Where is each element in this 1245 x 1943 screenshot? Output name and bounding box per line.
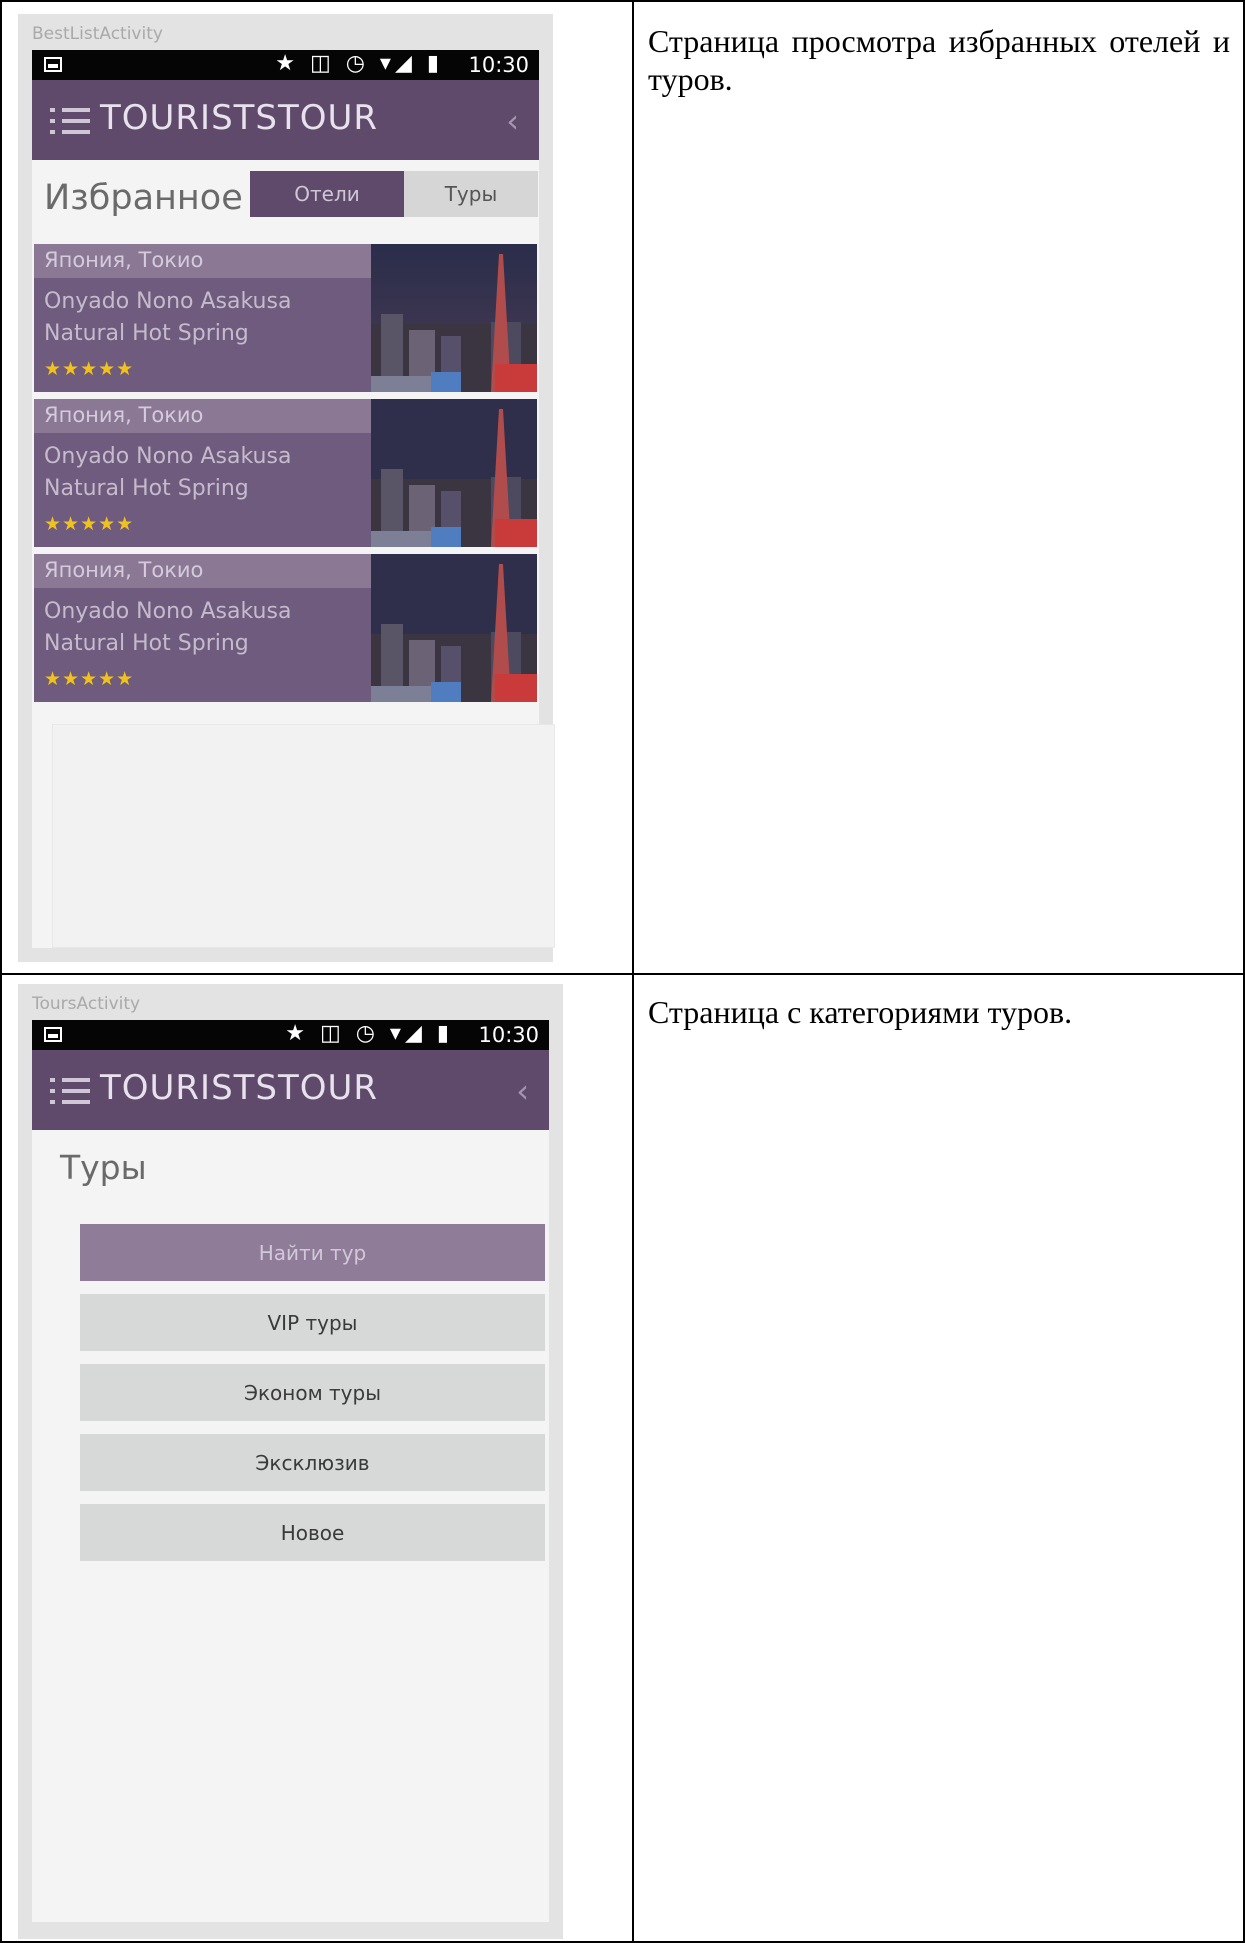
status-bar: ★ ◫ ◷ ▾◢ ▮ 10:30 <box>32 50 539 80</box>
hotel-card[interactable]: Япония, Токио Onyado Nono Asakusa Natura… <box>34 554 537 702</box>
screenshot-tours: ToursActivity ★ ◫ ◷ ▾◢ ▮ 10:30 TOURISTST… <box>18 984 563 1939</box>
hotel-photo <box>371 399 537 547</box>
tab-hotels[interactable]: Отели <box>250 171 404 217</box>
back-icon[interactable]: ‹ <box>516 1072 529 1110</box>
table-border-mid-v <box>632 0 634 1943</box>
rating-stars-icon: ★★★★★ <box>44 513 135 535</box>
table-border-top <box>0 0 1245 2</box>
rating-stars-icon: ★★★★★ <box>44 668 135 690</box>
page-title: Избранное <box>44 178 243 218</box>
app-title: TOURISTSTOUR <box>100 1068 379 1108</box>
hotel-location: Япония, Токио <box>34 244 371 278</box>
document-table: Страница просмотра избранных отелей и ту… <box>0 0 1245 1943</box>
gallery-notification-icon <box>44 1027 62 1042</box>
activity-label: ToursActivity <box>32 994 141 1014</box>
status-bar: ★ ◫ ◷ ▾◢ ▮ 10:30 <box>32 1020 549 1050</box>
status-time: 10:30 <box>478 1023 539 1047</box>
new-button[interactable]: Новое <box>80 1504 545 1561</box>
empty-panel <box>52 724 555 948</box>
app-bar: TOURISTSTOUR ‹ <box>32 1050 549 1130</box>
page-title: Туры <box>60 1148 147 1187</box>
status-time: 10:30 <box>468 53 529 77</box>
hotel-card[interactable]: Япония, Токио Onyado Nono Asakusa Natura… <box>34 244 537 392</box>
hotel-card[interactable]: Япония, Токио Onyado Nono Asakusa Natura… <box>34 399 537 547</box>
exclusive-button[interactable]: Эксклюзив <box>80 1434 545 1491</box>
caption-tours: Страница с категориями туров. <box>648 994 1073 1030</box>
back-icon[interactable]: ‹ <box>506 102 519 140</box>
rating-stars-icon: ★★★★★ <box>44 358 135 380</box>
hotel-name: Onyado Nono Asakusa Natural Hot Spring <box>44 599 292 656</box>
caption-favorites: Страница просмотра избранных отелей и ту… <box>648 23 1230 97</box>
hotel-name: Onyado Nono Asakusa Natural Hot Spring <box>44 444 292 501</box>
economy-tours-button[interactable]: Эконом туры <box>80 1364 545 1421</box>
screenshot-favorites: BestListActivity ★ ◫ ◷ ▾◢ ▮ 10:30 TOURIS… <box>18 14 555 962</box>
gallery-notification-icon <box>44 57 62 72</box>
table-border-left <box>0 0 2 1943</box>
hotel-name: Onyado Nono Asakusa Natural Hot Spring <box>44 289 292 346</box>
menu-icon[interactable] <box>50 108 90 134</box>
hotel-photo <box>371 244 537 392</box>
vip-tours-button[interactable]: VIP туры <box>80 1294 545 1351</box>
app-bar: TOURISTSTOUR ‹ <box>32 80 539 160</box>
hotel-location: Япония, Токио <box>34 399 371 433</box>
find-tour-button[interactable]: Найти тур <box>80 1224 545 1281</box>
app-title: TOURISTSTOUR <box>100 98 379 138</box>
table-border-mid-h <box>0 973 1245 975</box>
status-icons: ★ ◫ ◷ ▾◢ ▮ <box>285 1021 453 1046</box>
hotel-location: Япония, Токио <box>34 554 371 588</box>
activity-label: BestListActivity <box>32 24 163 44</box>
tab-tours[interactable]: Туры <box>404 171 538 217</box>
menu-icon[interactable] <box>50 1078 90 1104</box>
status-icons: ★ ◫ ◷ ▾◢ ▮ <box>275 51 443 76</box>
hotel-photo <box>371 554 537 702</box>
